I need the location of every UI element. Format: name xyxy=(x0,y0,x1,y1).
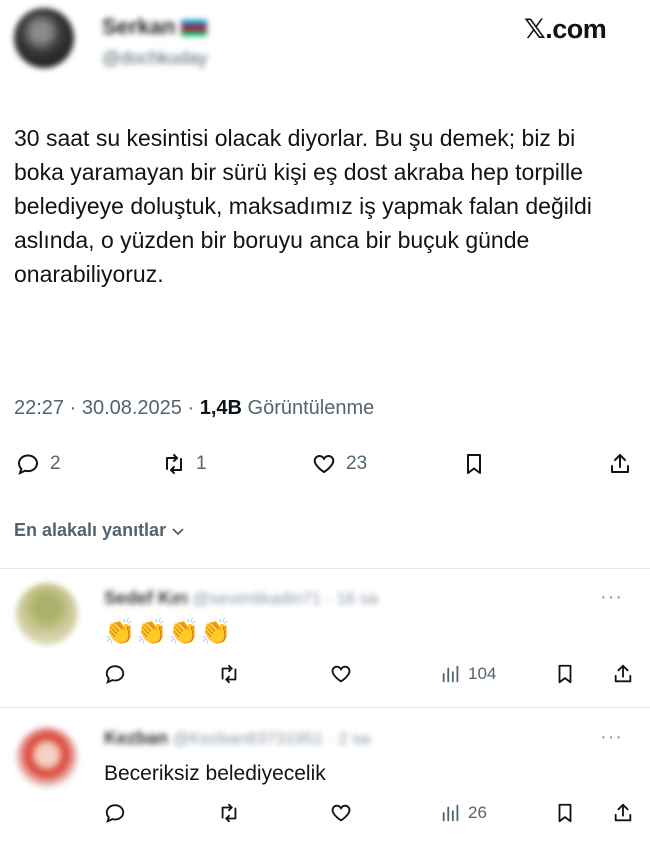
tweet-meta: 22:27 · 30.08.2025 · 1,4B Görüntülenme xyxy=(14,397,374,420)
reply-header: Sedef Kırı @sevimlikadin71 · 16 sa xyxy=(104,588,378,609)
reply-text: Beceriksiz belediyecelik xyxy=(104,762,326,785)
chevron-down-icon xyxy=(172,527,184,535)
author-handle[interactable]: @dochkuday xyxy=(102,48,207,69)
retweet-icon xyxy=(166,454,182,474)
reply-views-count: 26 xyxy=(468,803,487,822)
reply-share-button[interactable] xyxy=(612,802,634,824)
reply-author-handle[interactable]: @sevimlikadin71 · 16 sa xyxy=(192,589,377,608)
tweet-views-count: 1,4B xyxy=(199,397,242,419)
reply-author-name[interactable]: Sedef Kırı xyxy=(104,588,188,608)
bar-chart-icon xyxy=(442,665,459,683)
bookmark-icon xyxy=(558,803,572,823)
divider xyxy=(0,707,650,708)
more-options-icon[interactable]: ··· xyxy=(600,726,623,749)
share-icon xyxy=(614,664,632,683)
reply-reply-button[interactable] xyxy=(104,663,126,685)
tweet-timestamp[interactable]: 22:27 · 30.08.2025 · xyxy=(14,397,200,419)
heart-icon xyxy=(331,804,351,822)
retweet-button[interactable]: 1 xyxy=(162,452,207,476)
author-avatar[interactable] xyxy=(14,8,74,68)
reply-avatar[interactable] xyxy=(16,583,78,645)
author-name-text: Serkan xyxy=(102,14,176,39)
like-button[interactable]: 23 xyxy=(312,452,367,476)
reply-author-handle[interactable]: @Kezban83731951 · 2 sa xyxy=(172,729,370,748)
replies-sort-dropdown[interactable]: En alakalı yanıtlar xyxy=(14,520,186,541)
tweet-text: 30 saat su kesintisi olacak diyorlar. Bu… xyxy=(14,125,592,287)
reply-retweet-button[interactable] xyxy=(218,802,240,824)
reply-bookmark-button[interactable] xyxy=(554,802,576,824)
reply-views-button[interactable]: 26 xyxy=(440,802,487,824)
x-logo: 𝕏.com xyxy=(524,14,607,44)
reply-button[interactable]: 2 xyxy=(16,452,61,476)
reply-icon xyxy=(105,665,125,684)
bookmark-icon xyxy=(558,664,572,684)
author-display-name[interactable]: Serkan xyxy=(102,14,208,40)
reply-like-button[interactable] xyxy=(330,663,352,685)
reply-count: 2 xyxy=(50,453,61,474)
retweet-icon xyxy=(221,664,237,684)
reply-text: 👏👏👏👏 xyxy=(104,618,233,646)
bookmark-button[interactable] xyxy=(462,452,486,476)
retweet-count: 1 xyxy=(196,453,207,474)
bookmark-icon xyxy=(467,454,481,474)
retweet-icon xyxy=(221,803,237,823)
divider xyxy=(0,568,650,569)
replies-sort-label: En alakalı yanıtlar xyxy=(14,520,167,540)
reply-like-button[interactable] xyxy=(330,802,352,824)
reply-icon xyxy=(17,454,39,475)
reply-share-button[interactable] xyxy=(612,663,634,685)
more-options-icon[interactable]: ··· xyxy=(600,586,623,609)
reply-reply-button[interactable] xyxy=(104,802,126,824)
reply-author-name[interactable]: Kezban xyxy=(104,728,168,748)
azerbaijan-flag-icon xyxy=(181,20,208,37)
reply-bookmark-button[interactable] xyxy=(554,663,576,685)
tweet-views-label: Görüntülenme xyxy=(241,397,375,419)
reply-avatar[interactable] xyxy=(16,727,78,789)
heart-icon xyxy=(331,665,351,683)
heart-icon xyxy=(313,454,335,474)
reply-retweet-button[interactable] xyxy=(218,663,240,685)
share-button[interactable] xyxy=(608,452,632,476)
reply-views-count: 104 xyxy=(468,664,497,683)
like-count: 23 xyxy=(346,453,368,474)
reply-header: Kezban @Kezban83731951 · 2 sa xyxy=(104,728,370,749)
bar-chart-icon xyxy=(442,804,459,822)
share-icon xyxy=(614,803,632,822)
reply-views-button[interactable]: 104 xyxy=(440,663,496,685)
reply-icon xyxy=(105,804,125,823)
share-icon xyxy=(611,454,629,473)
